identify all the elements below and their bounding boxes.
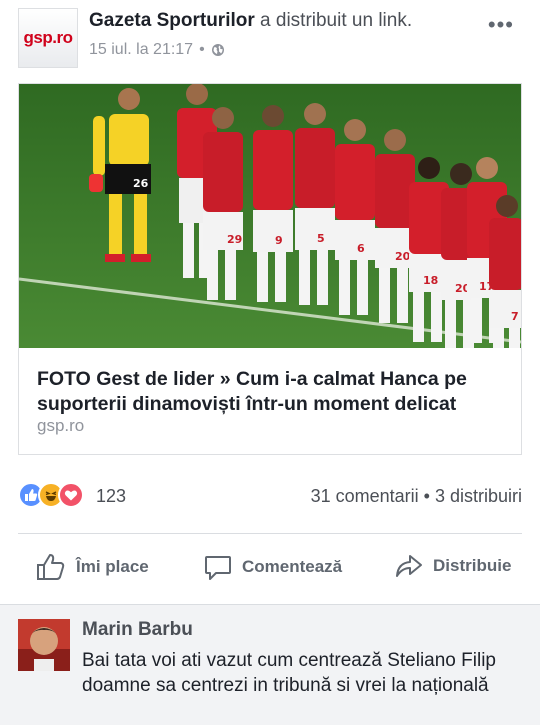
post-timestamp[interactable]: 15 iul. la 21:17 (89, 41, 193, 59)
football-team-photo: 26 29 9 5 6 20 18 20 17 7 (19, 84, 521, 348)
reactions-summary: 123 31 comentarii • 3 distribuiri (0, 478, 540, 512)
jersey-number: 20 (395, 250, 411, 263)
jersey-number: 6 (357, 242, 365, 255)
link-preview-image[interactable]: 26 29 9 5 6 20 18 20 17 7 (19, 84, 521, 348)
post-meta: 15 iul. la 21:17 • (89, 41, 225, 59)
share-arrow-icon (396, 555, 422, 577)
goalkeeper-number: 26 (133, 177, 149, 190)
post-header-line: Gazeta Sporturilor a distribuit un link. (89, 10, 412, 32)
jersey-number: 7 (511, 310, 519, 323)
jersey-number: 5 (317, 232, 325, 245)
post-action-text: a distribuit un link. (254, 10, 413, 31)
page-name-link[interactable]: Gazeta Sporturilor (89, 10, 255, 31)
meta-separator: • (199, 41, 205, 58)
comment-button[interactable]: Comentează (204, 553, 342, 581)
more-icon: ••• (487, 12, 514, 37)
comment-text: Bai tata voi ati vazut cum centrează Ste… (82, 650, 496, 696)
comments-shares-count[interactable]: 31 comentarii • 3 distribuiri (311, 486, 522, 507)
globe-icon (211, 44, 224, 56)
jersey-number: 29 (227, 233, 242, 246)
comments-section: Marin Barbu Bai tata voi ati vazut cum c… (0, 604, 540, 725)
page-avatar[interactable]: gsp.ro (18, 8, 78, 68)
share-button[interactable]: Distribuie (395, 553, 511, 579)
jersey-number: 18 (423, 274, 438, 287)
comment-label: Comentează (242, 557, 343, 576)
divider (18, 533, 522, 534)
action-bar: Îmi place Comentează Distribuie (0, 545, 540, 593)
share-label: Distribuie (433, 556, 512, 575)
commenter-avatar[interactable] (18, 619, 70, 671)
jersey-number: 9 (275, 234, 283, 247)
reaction-icons[interactable] (18, 482, 84, 508)
like-label: Îmi place (76, 557, 149, 576)
post-header: gsp.ro Gazeta Sporturilor a distribuit u… (0, 0, 540, 80)
link-card[interactable]: 26 29 9 5 6 20 18 20 17 7 FOTO Gest de l… (18, 83, 522, 455)
more-options-button[interactable]: ••• (488, 12, 514, 38)
thumbs-up-icon (37, 554, 65, 580)
comment-icon (205, 556, 231, 580)
comment-author[interactable]: Marin Barbu (82, 619, 193, 641)
love-reaction-icon (58, 482, 84, 508)
page-avatar-logo: gsp.ro (23, 28, 73, 47)
avatar-photo (18, 619, 70, 671)
reaction-count[interactable]: 123 (96, 486, 126, 507)
link-title[interactable]: FOTO Gest de lider » Cum i-a calmat Hanc… (37, 367, 507, 417)
like-button[interactable]: Îmi place (36, 553, 149, 581)
link-domain: gsp.ro (37, 416, 85, 435)
